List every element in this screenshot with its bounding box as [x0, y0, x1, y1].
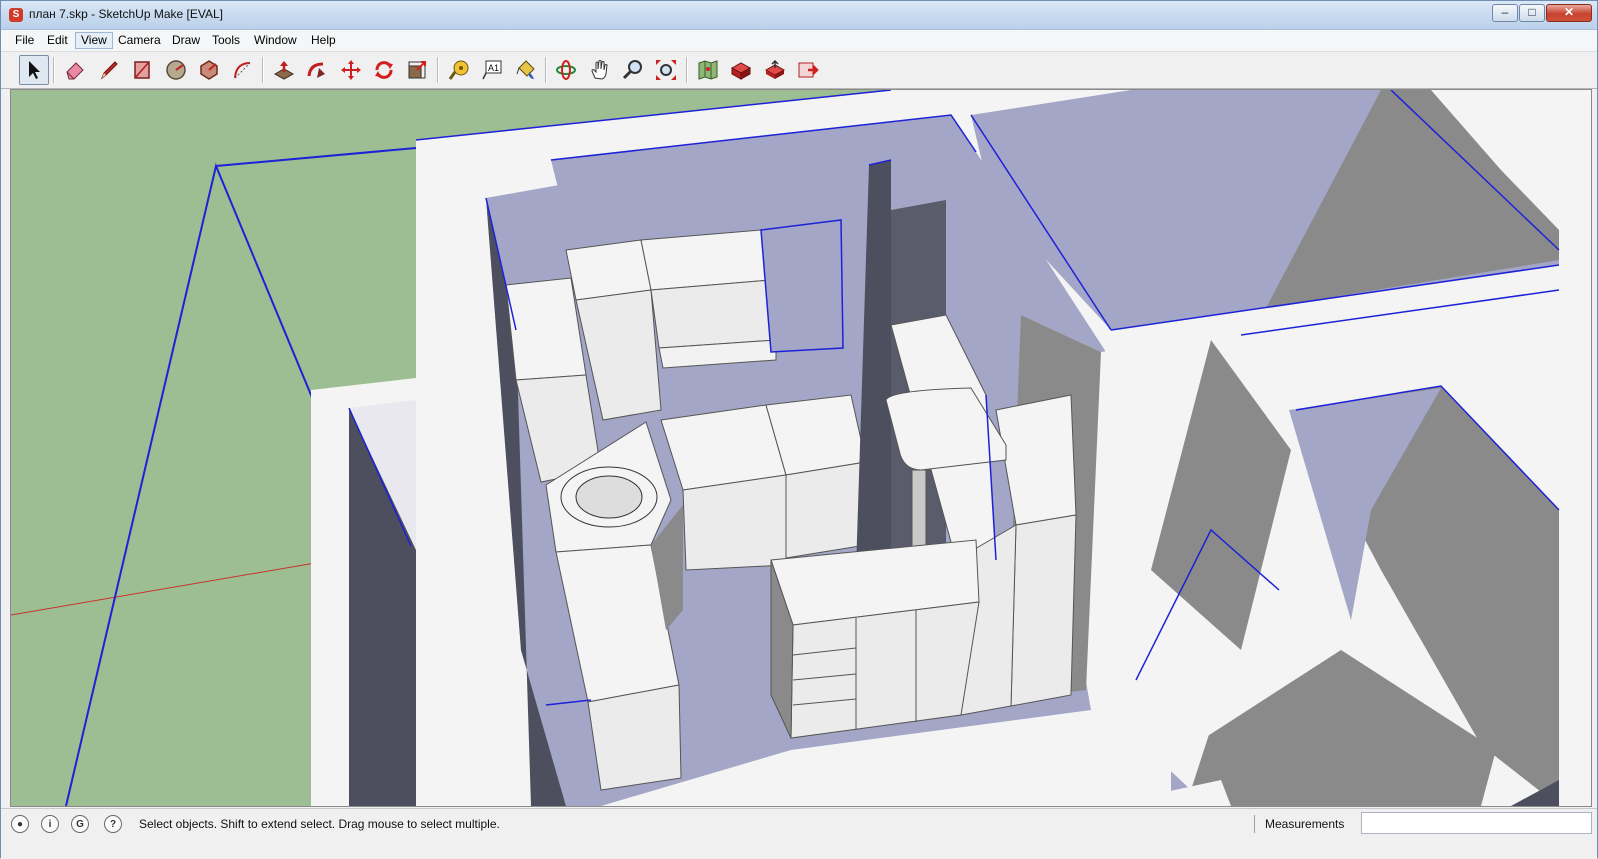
arc-tool-button[interactable] — [227, 55, 257, 85]
follow-me-tool-button[interactable] — [302, 55, 332, 85]
credits-icon[interactable]: i — [41, 815, 59, 833]
menu-file[interactable]: File — [10, 32, 39, 49]
measurements-label: Measurements — [1265, 817, 1345, 831]
measurements-input[interactable] — [1361, 812, 1592, 834]
menu-window[interactable]: Window — [249, 32, 302, 49]
push-pull-icon — [273, 61, 295, 80]
status-bar: ● i G ? Select objects. Shift to extend … — [1, 808, 1597, 859]
menu-camera[interactable]: Camera — [113, 32, 166, 49]
add-location-tool-button[interactable] — [693, 55, 723, 85]
circle-icon — [166, 60, 186, 80]
text-tool-button[interactable]: A1 — [477, 55, 507, 85]
3d-warehouse-icon — [730, 62, 752, 80]
rectangle-icon — [134, 61, 150, 79]
sketchup-window: S план 7.skp - SketchUp Make [EVAL] – □ … — [0, 0, 1598, 859]
eraser-icon — [66, 62, 84, 80]
hand-icon — [591, 60, 608, 80]
map-icon — [698, 60, 718, 80]
modeling-viewport[interactable] — [10, 89, 1592, 807]
scale-tool-button[interactable] — [402, 55, 432, 85]
magnifier-icon — [622, 60, 642, 80]
extension-warehouse-tool-button[interactable] — [793, 55, 823, 85]
close-button[interactable]: ✕ — [1546, 4, 1592, 22]
menu-help[interactable]: Help — [306, 32, 341, 49]
share-model-icon — [764, 59, 786, 79]
orbit-icon — [556, 60, 576, 80]
arrow-icon — [29, 61, 40, 79]
user-icon[interactable]: G — [71, 815, 89, 833]
move-tool-button[interactable] — [336, 55, 366, 85]
get-models-tool-button[interactable] — [726, 55, 756, 85]
close-icon: ✕ — [1563, 5, 1575, 19]
minimize-button[interactable]: – — [1492, 4, 1518, 22]
menu-draw[interactable]: Draw — [167, 32, 205, 49]
menu-tools[interactable]: Tools — [207, 32, 245, 49]
polygon-icon — [200, 60, 218, 80]
toolbar-separator — [262, 57, 264, 83]
window-title: план 7.skp - SketchUp Make [EVAL] — [29, 7, 223, 21]
status-divider — [1254, 815, 1255, 833]
line-tool-button[interactable] — [94, 55, 124, 85]
menu-edit[interactable]: Edit — [42, 32, 73, 49]
sketchup-logo-icon: S — [9, 8, 23, 22]
paint-bucket-icon — [516, 60, 535, 79]
orbit-tool-button[interactable] — [551, 55, 581, 85]
3d-model-scene — [11, 90, 1591, 806]
geo-location-icon[interactable]: ● — [11, 815, 29, 833]
pencil-icon — [100, 61, 118, 80]
extension-icon — [798, 62, 819, 78]
circle-tool-button[interactable] — [161, 55, 191, 85]
follow-me-icon — [307, 62, 325, 78]
push-pull-tool-button[interactable] — [269, 55, 299, 85]
eraser-tool-button[interactable] — [60, 55, 90, 85]
tape-measure-icon — [448, 60, 469, 80]
toolbar-separator — [437, 57, 439, 83]
pan-tool-button[interactable] — [585, 55, 615, 85]
help-icon[interactable]: ? — [104, 815, 122, 833]
menu-view[interactable]: View — [75, 32, 113, 49]
title-bar[interactable]: S план 7.skp - SketchUp Make [EVAL] – □ … — [1, 1, 1597, 30]
arc-icon — [234, 62, 251, 79]
move-icon — [341, 60, 361, 80]
text-icon: A1 — [482, 60, 502, 80]
polygon-tool-button[interactable] — [194, 55, 224, 85]
scale-icon — [408, 61, 426, 79]
maximize-icon: □ — [1528, 5, 1536, 19]
toolbar: A1 — [1, 52, 1597, 89]
menu-bar: File Edit View Camera Draw Tools Window … — [1, 30, 1597, 52]
zoom-tool-button[interactable] — [618, 55, 648, 85]
toolbar-separator — [545, 57, 547, 83]
zoom-extents-tool-button[interactable] — [651, 55, 681, 85]
rotate-tool-button[interactable] — [369, 55, 399, 85]
maximize-button[interactable]: □ — [1519, 4, 1545, 22]
minimize-icon: – — [1501, 5, 1509, 19]
tape-measure-tool-button[interactable] — [444, 55, 474, 85]
share-model-tool-button[interactable] — [760, 55, 790, 85]
rotate-icon — [375, 61, 393, 79]
zoom-extents-icon — [656, 60, 676, 80]
svg-text:A1: A1 — [488, 63, 499, 73]
toolbar-separator — [53, 57, 55, 83]
rectangle-tool-button[interactable] — [127, 55, 157, 85]
paint-bucket-tool-button[interactable] — [511, 55, 541, 85]
status-message: Select objects. Shift to extend select. … — [139, 817, 500, 831]
toolbar-separator — [686, 57, 688, 83]
select-tool-button[interactable] — [19, 55, 49, 85]
